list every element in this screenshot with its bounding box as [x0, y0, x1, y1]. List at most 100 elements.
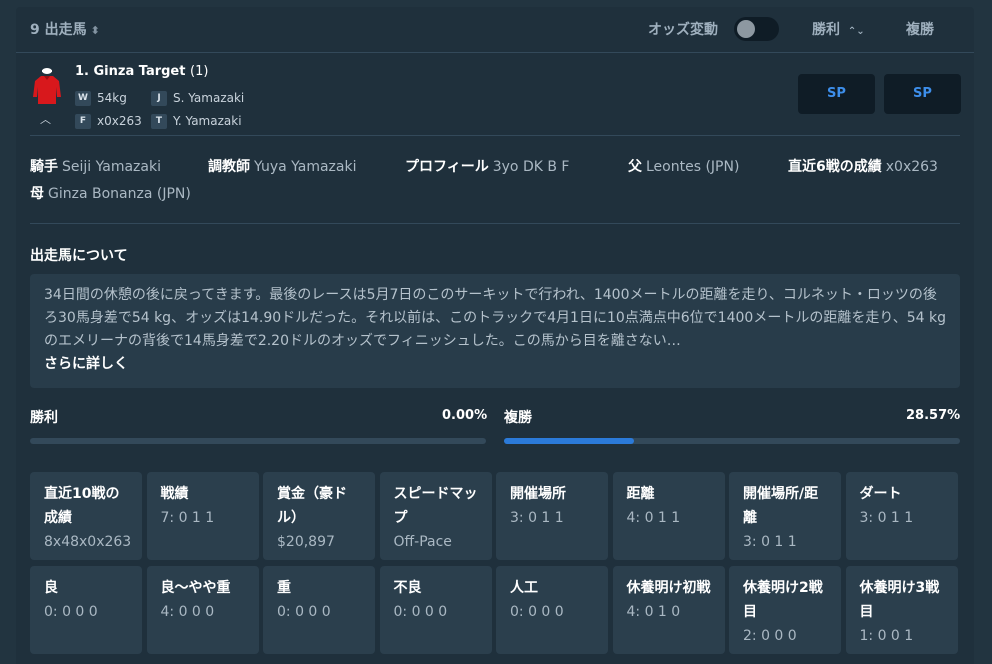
details-line-1: 騎手 Seiji Yamazaki 調教師 Yuya Yamazaki プロフィール 3y… [30, 156, 938, 176]
detail-trainer-label: 調教師 [208, 159, 250, 175]
detail-dam-value: Ginza Bonanza (JPN) [48, 186, 191, 202]
sort-icon: ⬍ [90, 24, 100, 37]
stat-card-title: 開催場所 [510, 486, 566, 502]
stat-card: 休養明け2戦目 2: 0 0 0 [729, 566, 841, 654]
stat-card: 良〜やや重 4: 0 0 0 [146, 566, 259, 654]
odds-change-toggle[interactable] [734, 17, 779, 41]
place-stat-value: 28.57% [906, 408, 961, 423]
trainer-meta: T Y. Yamazaki [151, 114, 242, 129]
form-meta: Fx0x263 [75, 114, 142, 129]
stat-card: 戦績 7: 0 1 1 [146, 472, 259, 560]
detail-dam: 母 Ginza Bonanza (JPN) [30, 183, 191, 203]
weight-value: 54kg [97, 91, 127, 105]
divider [30, 135, 960, 136]
stat-card-title: 不良 [393, 580, 422, 596]
detail-profile-value: 3yo DK B F [492, 159, 570, 175]
jockey-tag: J [151, 91, 167, 106]
win-stat-value: 0.00% [442, 408, 488, 423]
trainer-tag: T [151, 114, 167, 129]
jockey-value: S. Yamazaki [173, 91, 245, 105]
stat-card: 人工 0: 0 0 0 [496, 566, 608, 654]
runner-name-text: 1. Ginza Target [75, 64, 186, 79]
stat-card-title: 重 [277, 580, 291, 596]
jockey-silks-icon [33, 68, 61, 104]
stat-card-value: 1: 0 0 1 [859, 628, 914, 644]
detail-dam-label: 母 [30, 186, 44, 202]
stat-card-title: スピードマップ [393, 486, 478, 526]
stat-card-title: 人工 [510, 580, 538, 596]
stat-card-value: 3: 0 1 1 [859, 510, 914, 526]
place-stat-label: 複勝 [504, 410, 532, 426]
win-column-header[interactable]: 勝利 ⌃⌄ [812, 19, 865, 39]
about-title: 出走馬について [30, 248, 128, 264]
place-progress-bar [504, 438, 960, 444]
about-description-box: 34日間の休憩の後に戻ってきます。最後のレースは5月7日のこのサーキットで行われ… [30, 274, 960, 388]
odds-change-label: オッズ変動 [648, 22, 718, 38]
stat-card-title: 賞金（豪ドル） [277, 486, 347, 526]
stat-card-title: 良 [44, 580, 58, 596]
stat-card-value: 8x48x0x263 [44, 534, 132, 550]
stat-card-title: 開催場所/距離 [743, 486, 819, 526]
detail-jockey: 騎手 Seiji Yamazaki [30, 156, 208, 176]
divider [30, 223, 960, 224]
stat-card: 不良 0: 0 0 0 [379, 566, 492, 654]
detail-last6-value: x0x263 [885, 159, 938, 175]
win-odds-button[interactable]: SP [798, 74, 875, 114]
detail-sire-value: Leontes (JPN) [646, 159, 740, 175]
stat-card-title: 直近10戦の成績 [44, 486, 120, 526]
stat-card: 開催場所/距離 3: 0 1 1 [729, 472, 841, 560]
stat-card-value: $20,897 [277, 534, 335, 550]
detail-trainer: 調教師 Yuya Yamazaki [208, 156, 405, 176]
chevron-sort-icon: ⌃⌄ [847, 26, 865, 37]
stat-card: 賞金（豪ドル） $20,897 [263, 472, 375, 560]
stat-card: スピードマップ Off-Pace [379, 472, 492, 560]
stat-card-value: 3: 0 1 1 [510, 510, 564, 526]
detail-profile: プロフィール 3yo DK B F [405, 156, 628, 176]
jockey-meta: J S. Yamazaki [151, 91, 244, 106]
stat-card: ダート 3: 0 1 1 [845, 472, 958, 560]
stat-card-value: 3: 0 1 1 [743, 534, 797, 550]
toggle-knob [737, 20, 755, 38]
runner-count-sort[interactable]: 9 出走馬 ⬍ [30, 19, 100, 39]
stat-card-value: 4: 0 1 1 [626, 510, 681, 526]
form-tag: F [75, 114, 91, 129]
trainer-value: Y. Yamazaki [173, 114, 242, 128]
collapse-chevron-icon[interactable]: ︿ [40, 111, 51, 127]
detail-profile-label: プロフィール [405, 159, 489, 175]
detail-sire-label: 父 [628, 159, 642, 175]
stat-card-value: 4: 0 0 0 [160, 604, 215, 620]
runner-name[interactable]: 1. Ginza Target (1) [75, 64, 208, 79]
weight-tag: W [75, 91, 91, 106]
runner-count-label: 9 出走馬 [30, 22, 87, 38]
stat-card: 休養明け初戦 4: 0 1 0 [612, 566, 725, 654]
stat-card-title: 戦績 [160, 486, 189, 502]
detail-last6: 直近6戦の成績 x0x263 [788, 156, 938, 176]
stat-card-value: 7: 0 1 1 [160, 510, 215, 526]
win-stat-label: 勝利 [30, 410, 58, 426]
place-progress-fill [504, 438, 635, 444]
read-more-link[interactable]: さらに詳しく [44, 353, 128, 373]
about-description-text: 34日間の休憩の後に戻ってきます。最後のレースは5月7日のこのサーキットで行われ… [44, 287, 946, 349]
stat-card-title: 休養明け2戦目 [743, 580, 823, 620]
detail-sire: 父 Leontes (JPN) [628, 156, 788, 176]
stat-card-value: 2: 0 0 0 [743, 628, 797, 644]
stat-card-value: 0: 0 0 0 [510, 604, 564, 620]
stat-card: 重 0: 0 0 0 [263, 566, 375, 654]
runner-barrier: (1) [190, 64, 209, 79]
details-line-2: 母 Ginza Bonanza (JPN) [30, 183, 191, 203]
stat-card-title: 休養明け3戦目 [859, 580, 940, 620]
stat-card: 良 0: 0 0 0 [30, 566, 142, 654]
stat-card-title: ダート [859, 486, 902, 502]
detail-trainer-value: Yuya Yamazaki [254, 159, 357, 175]
win-header-label: 勝利 [812, 22, 840, 38]
weight-meta: W 54kg [75, 91, 127, 106]
stat-card-title: 休養明け初戦 [626, 580, 711, 596]
place-odds-button[interactable]: SP [884, 74, 961, 114]
place-column-header[interactable]: 複勝 [906, 19, 934, 39]
stat-card-value: 0: 0 0 0 [277, 604, 331, 620]
stat-card-value: 0: 0 0 0 [393, 604, 448, 620]
stat-card: 直近10戦の成績 8x48x0x263 [30, 472, 142, 560]
stat-card-value: 0: 0 0 0 [44, 604, 98, 620]
win-progress-bar [30, 438, 486, 444]
stat-card: 距離 4: 0 1 1 [612, 472, 725, 560]
